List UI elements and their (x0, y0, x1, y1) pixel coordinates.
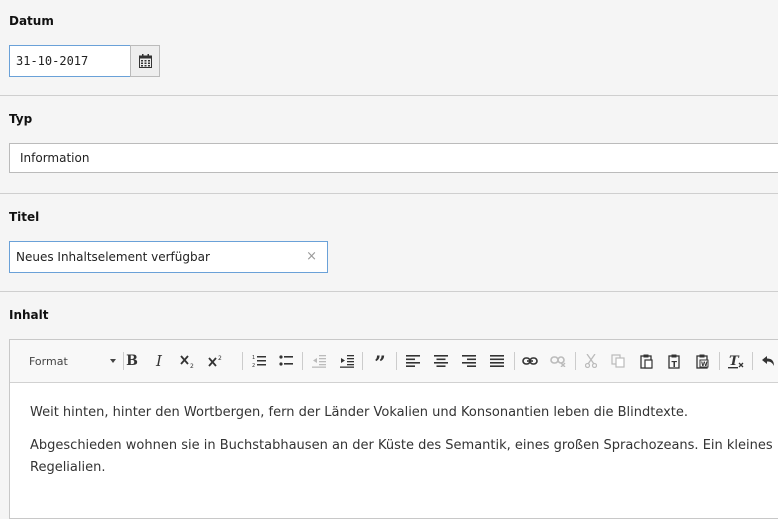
align-right-button[interactable] (460, 350, 478, 372)
divider (0, 291, 778, 292)
numbered-list-button[interactable]: 12 (250, 350, 268, 372)
numbered-list-icon: 12 (252, 355, 266, 368)
unlink-button[interactable] (548, 350, 568, 372)
titel-input[interactable]: Neues Inhaltselement verfügbar × (9, 241, 328, 273)
toolbar-separator (362, 352, 363, 370)
toolbar-separator (719, 352, 720, 370)
bulleted-list-button[interactable] (277, 350, 295, 372)
paste-button[interactable] (637, 350, 655, 372)
rich-text-editor: Format B I 2 2 12 ” T W T Weit hinten, h… (9, 339, 778, 519)
format-label: Format (29, 354, 68, 368)
justify-icon (490, 355, 504, 367)
toolbar-separator (302, 352, 303, 370)
indent-icon (340, 355, 354, 368)
align-center-icon (434, 355, 448, 367)
blockquote-button[interactable]: ” (370, 351, 390, 375)
increase-indent-button[interactable] (338, 350, 356, 372)
date-input[interactable]: 31-10-2017 (9, 45, 137, 77)
link-icon (522, 357, 538, 365)
typ-label: Typ (9, 112, 33, 126)
editor-toolbar: Format B I 2 2 12 ” T W T (10, 340, 778, 383)
superscript-icon: 2 (208, 355, 222, 367)
superscript-button[interactable]: 2 (206, 350, 226, 372)
subscript-icon: 2 (180, 355, 194, 368)
copy-icon (611, 354, 625, 368)
unlink-icon (550, 356, 566, 367)
chevron-down-icon (110, 359, 116, 363)
paste-text-button[interactable]: T (665, 350, 683, 372)
toolbar-separator (514, 352, 515, 370)
svg-text:T: T (671, 360, 677, 369)
italic-button[interactable]: I (150, 350, 168, 372)
undo-icon (762, 356, 774, 366)
align-left-icon (406, 355, 420, 367)
divider (0, 193, 778, 194)
divider (0, 95, 778, 96)
cut-button[interactable] (582, 350, 600, 372)
paragraph: Abgeschieden wohnen sie in Buchstabhause… (30, 438, 778, 453)
align-left-button[interactable] (404, 350, 422, 372)
titel-value: Neues Inhaltselement verfügbar (16, 250, 210, 264)
editor-content[interactable]: Weit hinten, hinter den Wortbergen, fern… (10, 383, 778, 518)
toolbar-separator (396, 352, 397, 370)
svg-text:W: W (701, 361, 708, 368)
calendar-button[interactable] (130, 45, 160, 77)
svg-text:T: T (729, 354, 740, 369)
svg-text:2: 2 (252, 363, 255, 368)
paste-word-button[interactable]: W (693, 350, 711, 372)
toolbar-separator (242, 352, 243, 370)
svg-text:2: 2 (218, 355, 222, 362)
copy-button[interactable] (609, 350, 627, 372)
calendar-icon (139, 54, 152, 68)
toolbar-separator (752, 352, 753, 370)
svg-text:2: 2 (190, 363, 194, 368)
undo-button[interactable] (758, 350, 778, 372)
remove-format-icon: T (728, 354, 744, 369)
clipboard-icon (639, 354, 653, 369)
bold-button[interactable]: B (123, 350, 141, 372)
outdent-icon (312, 355, 326, 368)
subscript-button[interactable]: 2 (178, 350, 198, 372)
titel-label: Titel (9, 210, 40, 224)
align-center-button[interactable] (432, 350, 450, 372)
paste-text-icon: T (667, 354, 680, 369)
typ-select[interactable]: Information (9, 143, 778, 173)
date-field: 31-10-2017 (9, 45, 160, 77)
scissors-icon (585, 354, 597, 368)
format-dropdown[interactable]: Format (20, 350, 118, 372)
toolbar-separator (575, 352, 576, 370)
decrease-indent-button[interactable] (310, 350, 328, 372)
align-right-icon (462, 355, 476, 367)
paste-word-icon: W (695, 354, 708, 369)
link-button[interactable] (520, 350, 540, 372)
paragraph: Regelialien. (30, 460, 106, 475)
svg-text:1: 1 (252, 355, 255, 361)
inhalt-label: Inhalt (9, 308, 49, 322)
clear-icon[interactable]: × (306, 242, 317, 272)
justify-button[interactable] (488, 350, 506, 372)
bulleted-list-icon (279, 355, 293, 366)
remove-format-button[interactable]: T (726, 350, 746, 372)
datum-label: Datum (9, 14, 54, 28)
paragraph: Weit hinten, hinter den Wortbergen, fern… (30, 405, 689, 420)
